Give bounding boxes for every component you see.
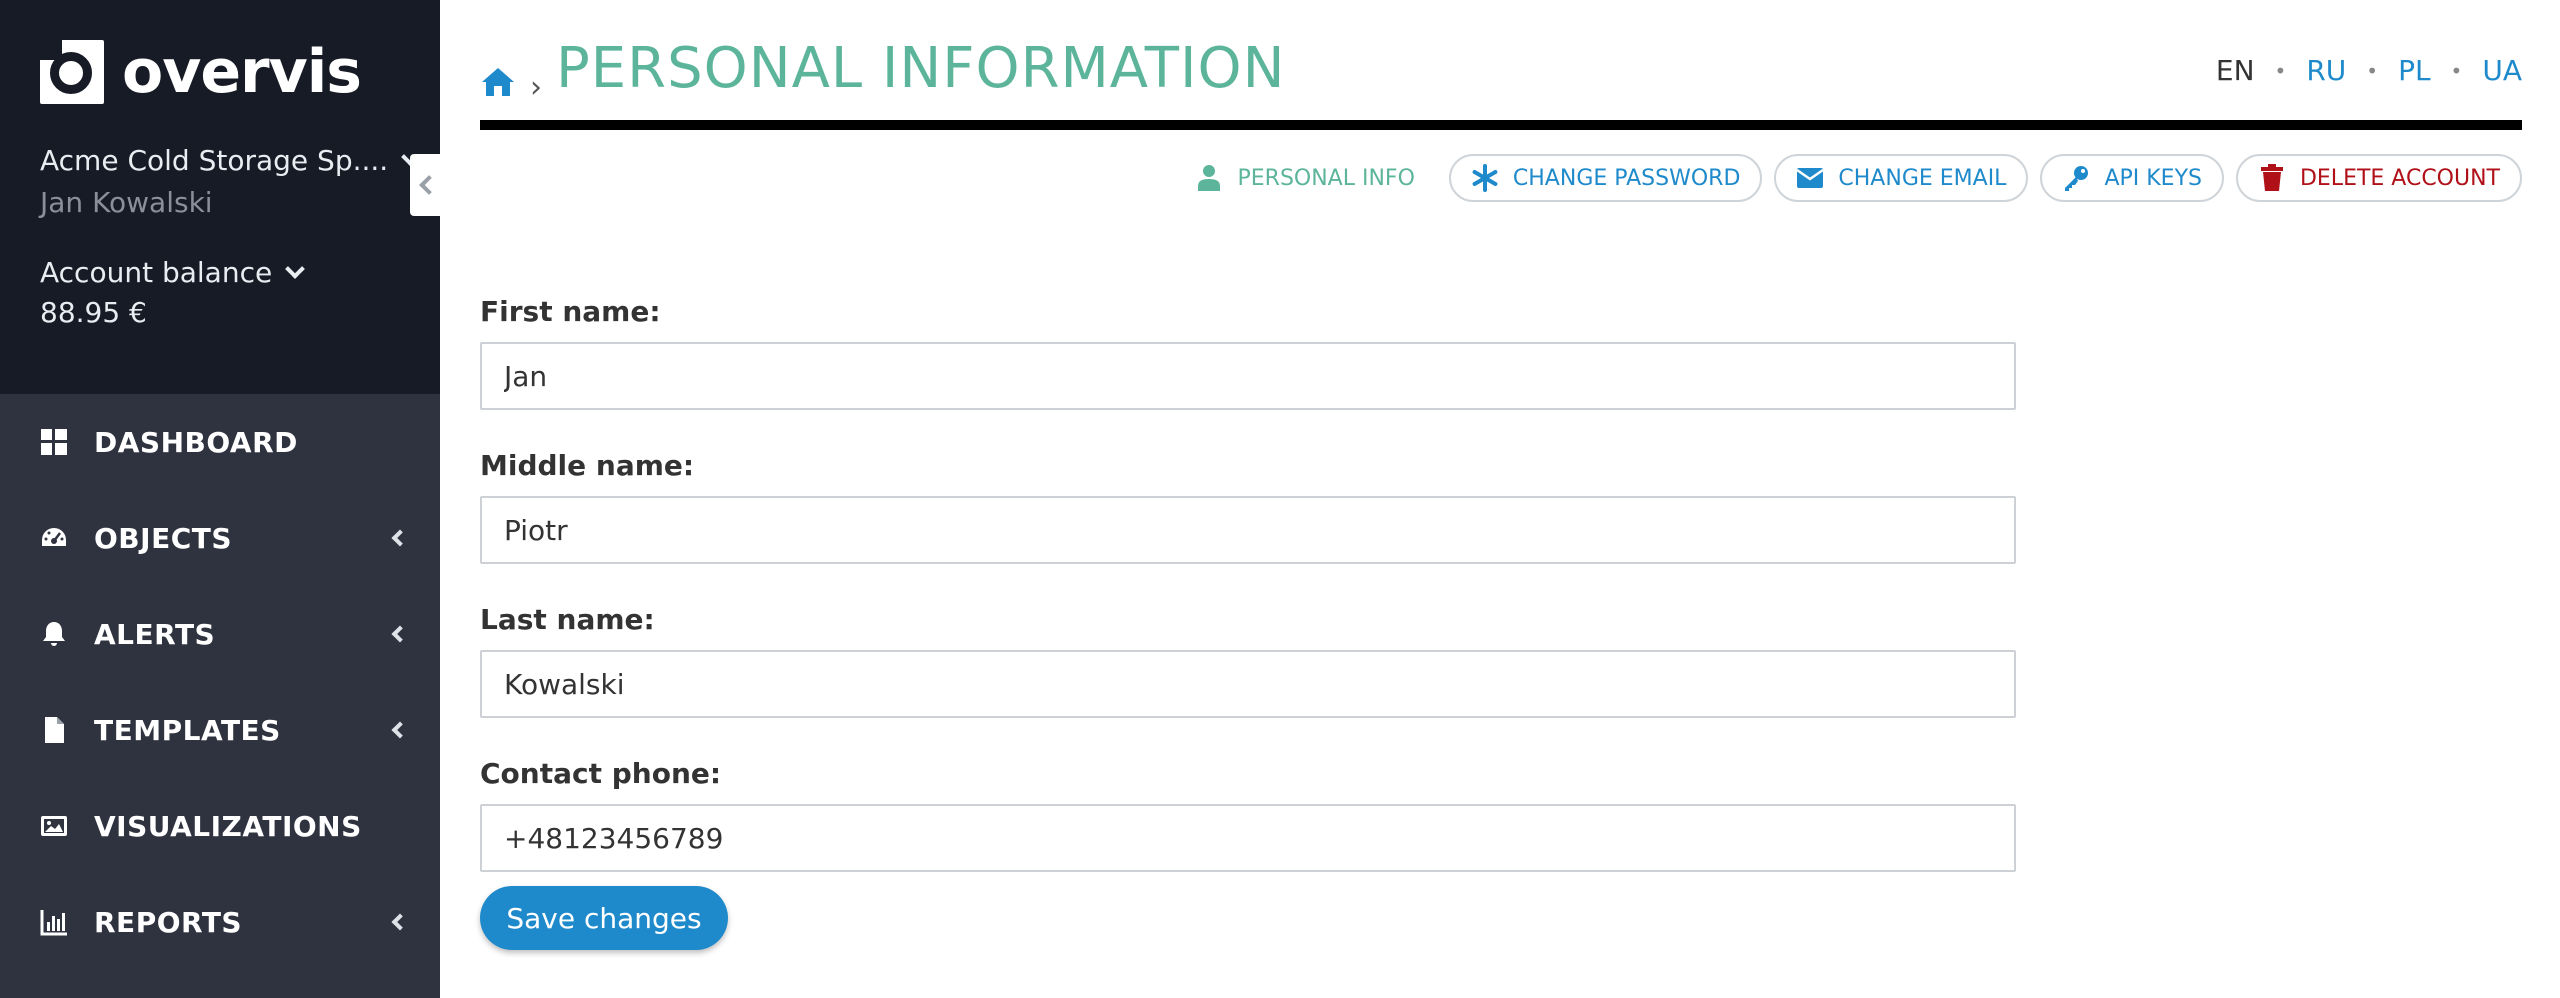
tab-api-keys[interactable]: API KEYS (2040, 154, 2224, 202)
middle-name-field[interactable] (480, 496, 2016, 564)
file-icon (40, 716, 68, 744)
header-divider (480, 120, 2522, 130)
user-icon (1195, 164, 1223, 192)
tab-label: CHANGE PASSWORD (1512, 165, 1741, 191)
sidebar-item-dashboard[interactable]: DASHBOARD (0, 394, 440, 490)
image-icon (40, 812, 68, 840)
bell-icon (40, 620, 68, 648)
grid-icon (40, 428, 68, 456)
tab-label: DELETE ACCOUNT (2299, 165, 2500, 191)
contact-phone-label: Contact phone: (480, 757, 722, 790)
gauge-icon (40, 524, 68, 552)
lang-separator: • (2366, 58, 2379, 83)
lang-pl[interactable]: PL (2398, 54, 2430, 87)
breadcrumb-separator-icon: › (530, 70, 542, 105)
account-balance-value: 88.95 € (40, 296, 147, 329)
tab-label: PERSONAL INFO (1237, 165, 1415, 191)
sidebar-item-templates[interactable]: TEMPLATES (0, 682, 440, 778)
page-title: PERSONAL INFORMATION (556, 36, 1286, 101)
page-header: › PERSONAL INFORMATION EN • RU • PL • UA (480, 30, 2522, 130)
save-changes-button[interactable]: Save changes (480, 886, 728, 950)
tab-change-email[interactable]: CHANGE EMAIL (1774, 154, 2029, 202)
sidebar-item-objects[interactable]: OBJECTS (0, 490, 440, 586)
language-switcher: EN • RU • PL • UA (2216, 54, 2522, 87)
logo[interactable]: overvis (40, 37, 362, 107)
home-icon[interactable] (480, 64, 516, 100)
app: overvis Acme Cold Storage Sp.... Jan Kow… (0, 0, 2560, 998)
middle-name-label: Middle name: (480, 449, 695, 482)
chevron-left-icon (391, 529, 409, 547)
chevron-left-icon (391, 625, 409, 643)
asterisk-icon (1471, 164, 1499, 192)
last-name-label: Last name: (480, 603, 655, 636)
sidebar-item-label: REPORTS (94, 905, 243, 939)
first-name-field[interactable] (480, 342, 2016, 410)
sidebar-item-label: ALERTS (94, 617, 216, 651)
lang-en[interactable]: EN (2216, 54, 2255, 87)
sidebar-item-label: OBJECTS (94, 521, 233, 555)
sidebar-header: overvis Acme Cold Storage Sp.... Jan Kow… (0, 0, 440, 394)
sidebar-item-label: DASHBOARD (94, 425, 298, 459)
chevron-down-icon (285, 258, 306, 279)
first-name-label: First name: (480, 295, 661, 328)
logo-icon (40, 40, 104, 104)
personal-info-form: First name: Middle name: Last name: Cont… (480, 290, 2016, 906)
last-name-field[interactable] (480, 650, 2016, 718)
tab-label: CHANGE EMAIL (1838, 165, 2007, 191)
sidebar-item-alerts[interactable]: ALERTS (0, 586, 440, 682)
account-tabs: PERSONAL INFO CHANGE PASSWORD CHANGE EMA… (1161, 154, 2522, 202)
sidebar-collapse-button[interactable] (410, 154, 442, 216)
chevron-left-icon (419, 175, 439, 195)
tab-change-password[interactable]: CHANGE PASSWORD (1448, 154, 1763, 202)
company-name: Acme Cold Storage Sp.... (40, 144, 389, 177)
tab-personal-info[interactable]: PERSONAL INFO (1173, 154, 1436, 202)
account-balance-toggle[interactable]: Account balance (40, 256, 306, 289)
envelope-icon (1796, 164, 1825, 192)
lang-ua[interactable]: UA (2482, 54, 2522, 87)
lang-ru[interactable]: RU (2306, 54, 2346, 87)
bar-chart-icon (40, 908, 68, 936)
contact-phone-field[interactable] (480, 804, 2016, 872)
sidebar-item-label: VISUALIZATIONS (94, 809, 362, 843)
sidebar-item-label: TEMPLATES (94, 713, 281, 747)
logo-text: overvis (122, 37, 362, 107)
tab-delete-account[interactable]: DELETE ACCOUNT (2235, 154, 2522, 202)
lang-separator: • (2274, 58, 2287, 83)
sidebar-nav: DASHBOARD OBJECTS ALERTS TEMPLATES VISUA… (0, 394, 440, 970)
sidebar-item-reports[interactable]: REPORTS (0, 874, 440, 970)
lang-separator: • (2450, 58, 2463, 83)
chevron-left-icon (391, 913, 409, 931)
trash-icon (2258, 164, 2286, 192)
account-balance-label: Account balance (40, 256, 273, 289)
company-selector[interactable]: Acme Cold Storage Sp.... (40, 144, 422, 177)
chevron-left-icon (391, 721, 409, 739)
sidebar-item-visualizations[interactable]: VISUALIZATIONS (0, 778, 440, 874)
key-icon (2062, 164, 2090, 192)
user-name: Jan Kowalski (40, 186, 213, 219)
sidebar: overvis Acme Cold Storage Sp.... Jan Kow… (0, 0, 440, 998)
tab-label: API KEYS (2104, 165, 2202, 191)
